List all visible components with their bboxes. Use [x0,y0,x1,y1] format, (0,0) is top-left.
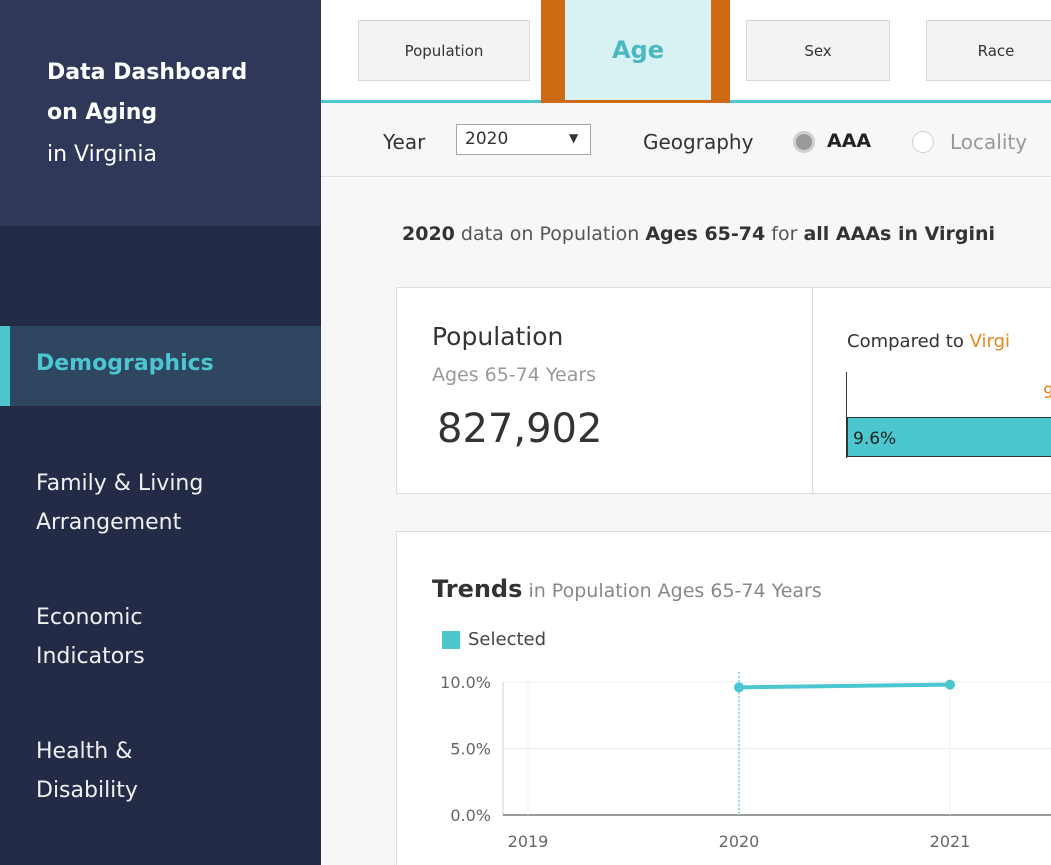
summary-text: 2020 data on Population Ages 65-74 for a… [402,223,995,245]
summary-year: 2020 [402,223,455,245]
x-tick-label: 2021 [930,832,971,851]
app-title: Data Dashboard [47,60,248,85]
active-indicator [0,326,10,406]
y-tick-label: 10.0% [440,673,491,692]
year-select[interactable]: 2020 ▼ [456,124,591,155]
legend-swatch [442,631,460,649]
x-tick-label: 2020 [719,832,760,851]
compare-title-virginia: Virgi [969,331,1011,352]
sidebar-item-demographics[interactable]: Demographics [0,326,321,406]
series-line [737,682,952,690]
sidebar-item-economic-indicators[interactable]: Economic Indicators [36,598,145,676]
sidebar-item-label: Indicators [36,644,145,669]
x-tick-label: 2019 [508,832,549,851]
kpi-subtitle: Ages 65-74 Years [432,364,597,386]
summary-scope: all AAAs in Virgini [803,223,996,245]
year-label: Year [383,130,426,154]
y-tick-label: 5.0% [450,740,491,759]
summary-text-1: data on Population [454,223,646,245]
kpi-value: 827,902 [437,406,603,452]
compare-title-prefix: Compared to [847,331,970,352]
sidebar-item-label: Health & [36,739,133,764]
tab-race[interactable]: Race [926,20,1051,81]
compare-card [812,287,1051,494]
tab-population[interactable]: Population [358,20,530,81]
trends-title: Trends in Population Ages 65-74 Years [432,575,822,603]
app-subtitle: in Virginia [47,142,157,167]
geography-label: Geography [643,130,754,154]
data-point [734,682,744,693]
selected-bar-label: 9.6% [853,429,897,449]
sidebar-item-label: Demographics [36,351,214,376]
sidebar-item-label: Economic [36,605,143,630]
kpi-title: Population [432,322,564,351]
radio-locality[interactable] [912,131,934,153]
radio-aaa[interactable] [793,131,815,153]
app-title-line2: on Aging [47,100,158,125]
trends-title-rest: in Population Ages 65-74 Years [522,580,822,602]
virginia-value-label: 9 [1043,383,1051,403]
trend-chart: 10.0% 5.0% 0.0% 2019 2020 2021 [440,672,1051,851]
legend-label: Selected [468,629,547,650]
sidebar-item-label: Arrangement [36,510,182,535]
summary-ages: Ages 65-74 [645,223,766,245]
kpi-card [396,287,813,494]
data-point [945,679,955,690]
caret-down-icon: ▼ [569,131,579,145]
tab-age[interactable]: Age [565,0,711,100]
summary-text-2: for [765,223,804,245]
trends-title-bold: Trends [432,575,523,603]
sidebar-item-label: Disability [36,778,138,803]
sidebar-item-label: Family & Living [36,471,204,496]
sidebar-item-family-living[interactable]: Family & Living Arrangement [36,464,203,542]
compare-title: Compared to Virgi [847,331,1010,352]
sidebar-item-health-disability[interactable]: Health & Disability [36,732,138,810]
y-tick-label: 0.0% [450,806,491,825]
radio-locality-label[interactable]: Locality [950,130,1027,154]
year-select-value: 2020 [465,129,509,149]
tab-sex[interactable]: Sex [746,20,890,81]
radio-aaa-label[interactable]: AAA [827,130,871,152]
